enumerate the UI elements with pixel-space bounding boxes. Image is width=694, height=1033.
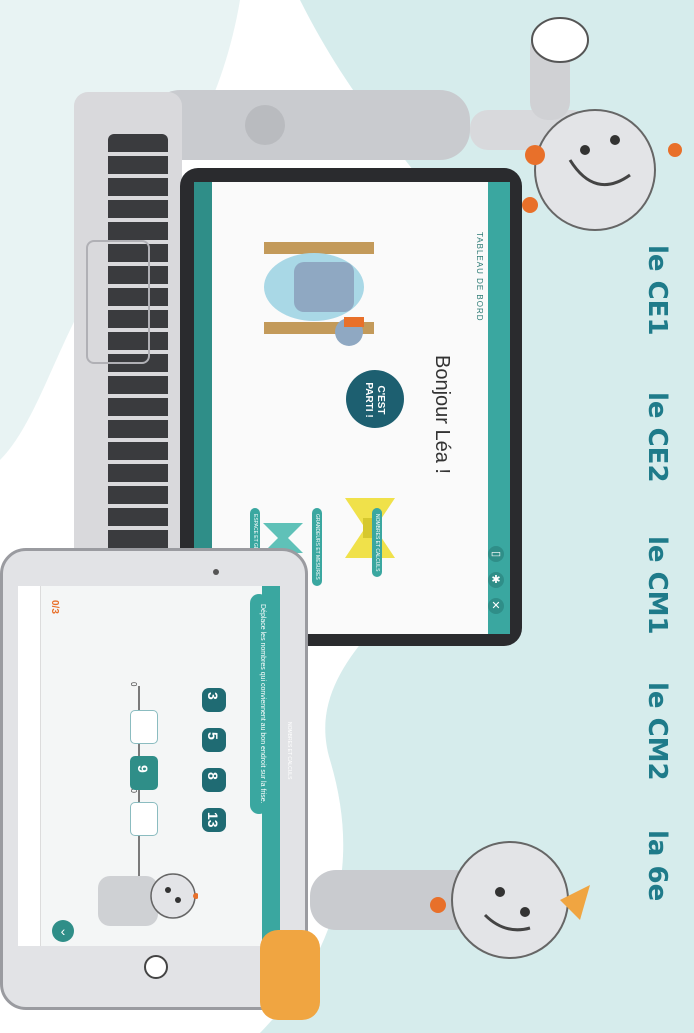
illustration-scene: TABLEAU DE BORD Bonjour Léa ! C'EST PART… bbox=[0, 0, 694, 1033]
level-label: le CE1 bbox=[642, 245, 672, 336]
laptop-trackpad bbox=[86, 240, 150, 364]
tick-label-0: 0 bbox=[129, 682, 138, 687]
level-label: la 6e bbox=[642, 830, 672, 902]
tablet-home-button[interactable] bbox=[144, 955, 168, 979]
number-chip[interactable]: 3 bbox=[202, 688, 226, 712]
greeting-text: Bonjour Léa ! bbox=[431, 355, 453, 474]
tablet-sidebar bbox=[18, 586, 41, 946]
drop-slot[interactable] bbox=[130, 710, 158, 744]
cup-label: NOMBRES ET CALCULS bbox=[372, 508, 382, 578]
start-button[interactable]: C'EST PARTI ! bbox=[346, 370, 404, 428]
level-labels: le CE1 le CE2 le CM1 le CM2 la 6e bbox=[642, 0, 694, 1033]
tablet-camera bbox=[213, 569, 219, 575]
number-chip[interactable]: 5 bbox=[202, 728, 226, 752]
level-label: le CE2 bbox=[642, 392, 672, 483]
number-chip[interactable]: 8 bbox=[202, 768, 226, 792]
score-text: 0/3 bbox=[49, 600, 60, 614]
cup-label: GRANDEURS ET MESURES bbox=[312, 508, 322, 586]
robot-bottom bbox=[260, 841, 590, 1020]
close-icon[interactable]: ✕ bbox=[488, 598, 504, 614]
laptop-title: TABLEAU DE BORD bbox=[475, 232, 484, 322]
level-label: le CM2 bbox=[642, 682, 672, 781]
level-label: le CM1 bbox=[642, 536, 672, 635]
section-title: NOMBRES ET CALCULS bbox=[286, 722, 292, 780]
drop-slot[interactable] bbox=[130, 802, 158, 836]
robot-avatar bbox=[98, 873, 198, 926]
folder-icon[interactable]: ▭ bbox=[488, 546, 504, 562]
trophy-icon bbox=[345, 498, 395, 558]
back-button[interactable]: ‹ bbox=[52, 920, 74, 942]
gear-icon[interactable]: ✱ bbox=[488, 572, 504, 588]
diver-robot-image bbox=[264, 242, 374, 346]
instruction-text: Déplace les nombres qui conviennent au b… bbox=[259, 604, 266, 804]
laptop-toolbar: ▭ ✱ ✕ bbox=[488, 546, 506, 626]
drop-slot-filled[interactable]: 9 bbox=[130, 756, 158, 790]
